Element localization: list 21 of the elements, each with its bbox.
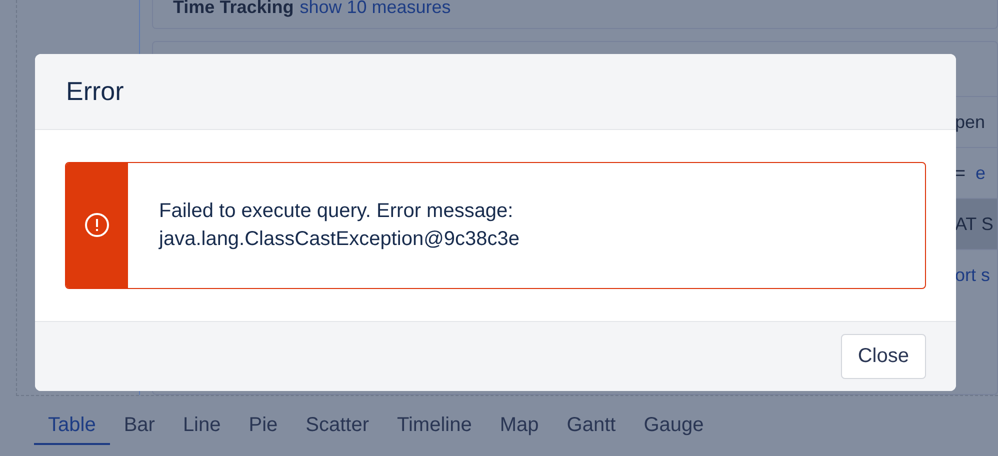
row-link[interactable]: ort s [955,264,990,286]
close-button[interactable]: Close [840,334,926,379]
chart-type-tab[interactable]: Bar [110,410,169,445]
warning-icon [84,212,110,238]
chart-type-tab[interactable]: Scatter [292,410,384,445]
chart-type-tab[interactable]: Pie [234,410,292,445]
chart-type-tab[interactable]: Gauge [630,410,718,445]
show-measures-link[interactable]: show 10 measures [300,0,451,16]
row-text: AT S [955,214,994,234]
chart-type-tab[interactable]: Table [34,410,110,445]
chart-type-tab[interactable]: Line [168,410,235,445]
row-link[interactable]: e [976,162,986,184]
chart-type-tab[interactable]: Timeline [383,410,486,445]
dialog-title: Error [66,76,124,107]
section-title: Time Tracking [173,0,294,16]
list-row[interactable]: AT S [955,198,997,249]
row-text: = [955,162,966,184]
row-text: pen [955,112,986,132]
chart-type-tab[interactable]: Gantt [552,410,630,445]
chart-type-tab[interactable]: Map [486,410,553,445]
error-message: Failed to execute query. Error message: java.lang.ClassCastException@9c38c3e [158,199,520,252]
